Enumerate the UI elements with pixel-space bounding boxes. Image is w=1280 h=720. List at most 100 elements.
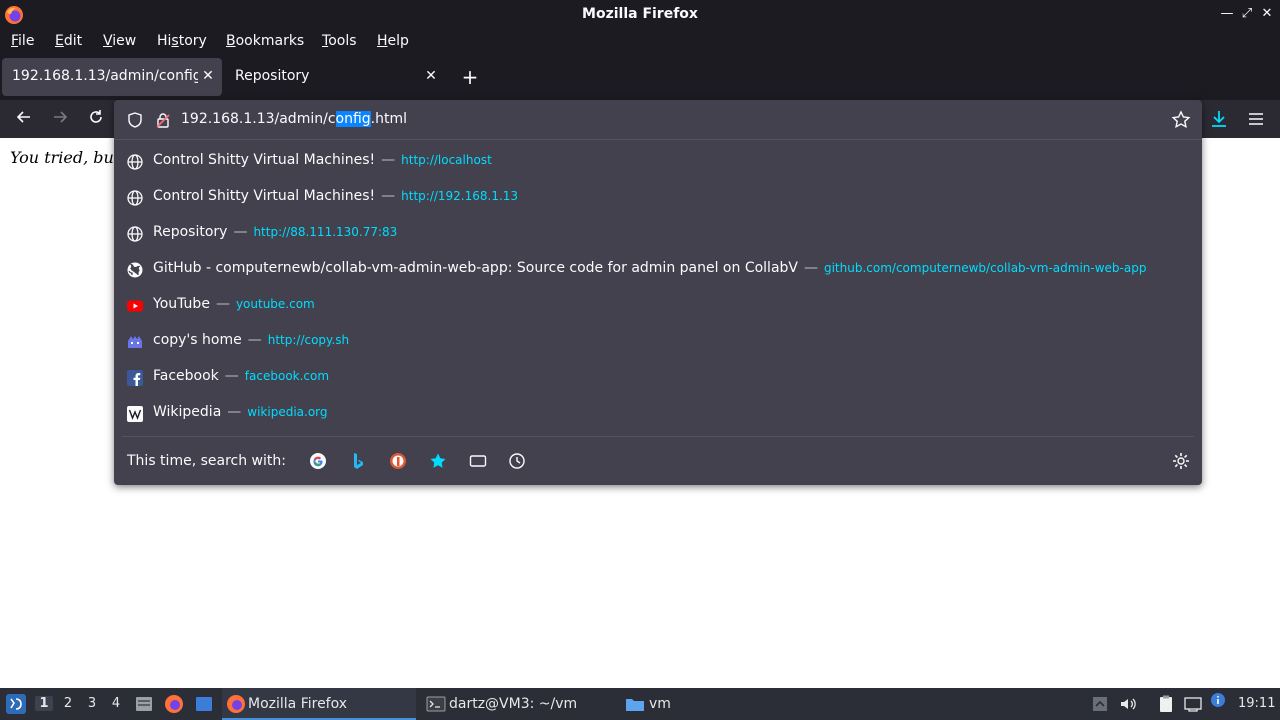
result-title: Facebook [153,368,219,384]
task-label: vm [649,696,671,712]
result-title: GitHub - computernewb/collab-vm-admin-we… [153,260,798,276]
tab-label: Repository [235,68,310,84]
tab-strip: 192.168.1.13/admin/config.h ✕ Repository… [0,54,1280,100]
close-tab-icon[interactable]: ✕ [422,67,440,85]
forward-button[interactable] [49,108,71,130]
task-terminal[interactable]: dartz@VM3: ~/vm [422,688,618,720]
duckduckgo-search-icon[interactable] [389,452,407,470]
menu-view-label: iew [112,33,137,49]
url-text-selection: onfig [335,111,371,127]
terminal-icon [426,696,446,712]
result-url: http://copy.sh [267,333,350,347]
start-menu-icon[interactable] [5,693,27,715]
globe-icon [127,226,143,242]
network-icon[interactable] [1183,694,1203,714]
menu-history-label: tory [178,33,207,49]
google-search-icon[interactable] [309,452,327,470]
menu-view[interactable]: View [103,33,136,49]
desktop-launcher-icon[interactable] [194,694,214,714]
result-url: http://localhost [401,153,492,167]
url-text-after: .html [370,111,408,127]
facebook-icon [127,370,143,386]
forward-arrow-icon [54,111,68,123]
reload-button[interactable] [85,108,107,130]
workspace-3[interactable]: 3 [83,696,101,711]
task-firefox[interactable]: Mozilla Firefox [222,688,416,720]
file-manager-launcher-icon[interactable] [134,694,154,714]
menu-edit[interactable]: Edit [55,33,82,49]
result-item[interactable]: Control Shitty Virtual Machines! — http://… [114,180,1202,216]
hamburger-menu-icon[interactable] [1245,108,1267,130]
firefox-launcher-icon[interactable] [164,694,184,714]
menu-history[interactable]: History [157,33,207,49]
github-icon [127,262,143,278]
search-settings-gear-icon[interactable] [1171,451,1191,471]
menu-bookmarks-mnemonic: B [226,33,236,49]
task-label: Mozilla Firefox [248,696,348,712]
volume-icon[interactable] [1118,694,1138,714]
youtube-icon [127,300,143,312]
result-title: Control Shitty Virtual Machines! [153,188,376,204]
history-search-icon[interactable] [508,452,526,470]
new-tab-button[interactable]: + [459,66,481,88]
search-with-label: This time, search with: [127,453,286,469]
result-title: Control Shitty Virtual Machines! [153,152,376,168]
menu-bookmarks-label: ookmarks [235,33,305,49]
urlbar-dropdown: 192.168.1.13/admin/config.html Control S… [114,100,1202,485]
close-tab-icon[interactable]: ✕ [199,67,217,85]
result-url: github.com/computernewb/collab-vm-admin-… [823,261,1147,275]
task-label: dartz@VM3: ~/vm [449,696,578,712]
workspace-2[interactable]: 2 [59,696,77,711]
close-window-button[interactable]: ✕ [1258,5,1276,23]
globe-icon [127,190,143,206]
result-item[interactable]: YouTube — youtube.com [114,288,1202,324]
menu-tools[interactable]: Tools [322,33,357,49]
task-folder[interactable]: vm [622,688,818,720]
menu-help[interactable]: Help [377,33,409,49]
result-url: http://192.168.1.13 [401,189,519,203]
menu-edit-mnemonic: E [55,33,64,49]
bookmarks-search-icon[interactable] [429,452,447,470]
tab-repository[interactable]: Repository ✕ [224,58,444,96]
tab-admin-config[interactable]: 192.168.1.13/admin/config.h ✕ [2,58,222,96]
bookmark-star-icon[interactable] [1171,110,1191,130]
result-item[interactable]: Wikipedia — wikipedia.org [114,396,1202,432]
tray-up-arrow-icon[interactable] [1090,694,1110,714]
tracking-shield-icon[interactable] [126,111,144,129]
panel-divider [122,436,1194,437]
menu-view-mnemonic: V [103,33,113,49]
back-button[interactable] [13,108,35,130]
wikipedia-icon [127,406,143,422]
clipboard-icon[interactable] [1156,694,1176,714]
tabs-search-icon[interactable] [469,452,487,470]
maximize-button[interactable]: ⤢ [1238,5,1256,23]
result-item[interactable]: GitHub - computernewb/collab-vm-admin-we… [114,252,1202,288]
insecure-lock-icon[interactable] [154,111,172,129]
taskbar: 1 2 3 4 Mozilla Firefox dartz@VM3: ~/vm … [0,688,1280,720]
result-separator: — [381,152,396,168]
downloads-icon[interactable] [1208,108,1230,130]
clock[interactable]: 19:11 [1238,696,1275,711]
workspace-4[interactable]: 4 [107,696,125,711]
result-title: Repository [153,224,228,240]
globe-icon [127,154,143,170]
result-item[interactable]: Facebook — facebook.com [114,360,1202,396]
result-separator: — [247,332,262,348]
result-item[interactable]: Control Shitty Virtual Machines! — http://… [114,144,1202,180]
menu-file-mnemonic: F [11,33,19,49]
menu-file[interactable]: File [11,33,34,49]
copy-sh-icon [128,336,142,348]
menu-help-mnemonic: H [377,33,388,49]
result-item[interactable]: copy's home — http://copy.sh [114,324,1202,360]
url-input[interactable]: 192.168.1.13/admin/config.html [181,111,407,127]
notification-info-icon[interactable] [1210,692,1226,708]
bing-search-icon[interactable] [349,452,367,470]
result-title: YouTube [153,296,210,312]
menu-bookmarks[interactable]: Bookmarks [226,33,304,49]
menu-file-label: ile [18,33,35,49]
minimize-button[interactable]: — [1218,5,1236,23]
result-item[interactable]: Repository — http://88.111.130.77:83 [114,216,1202,252]
menu-history-prefix: Hi [157,33,172,49]
urlbar[interactable]: 192.168.1.13/admin/config.html [114,100,1202,140]
workspace-1[interactable]: 1 [35,696,53,711]
